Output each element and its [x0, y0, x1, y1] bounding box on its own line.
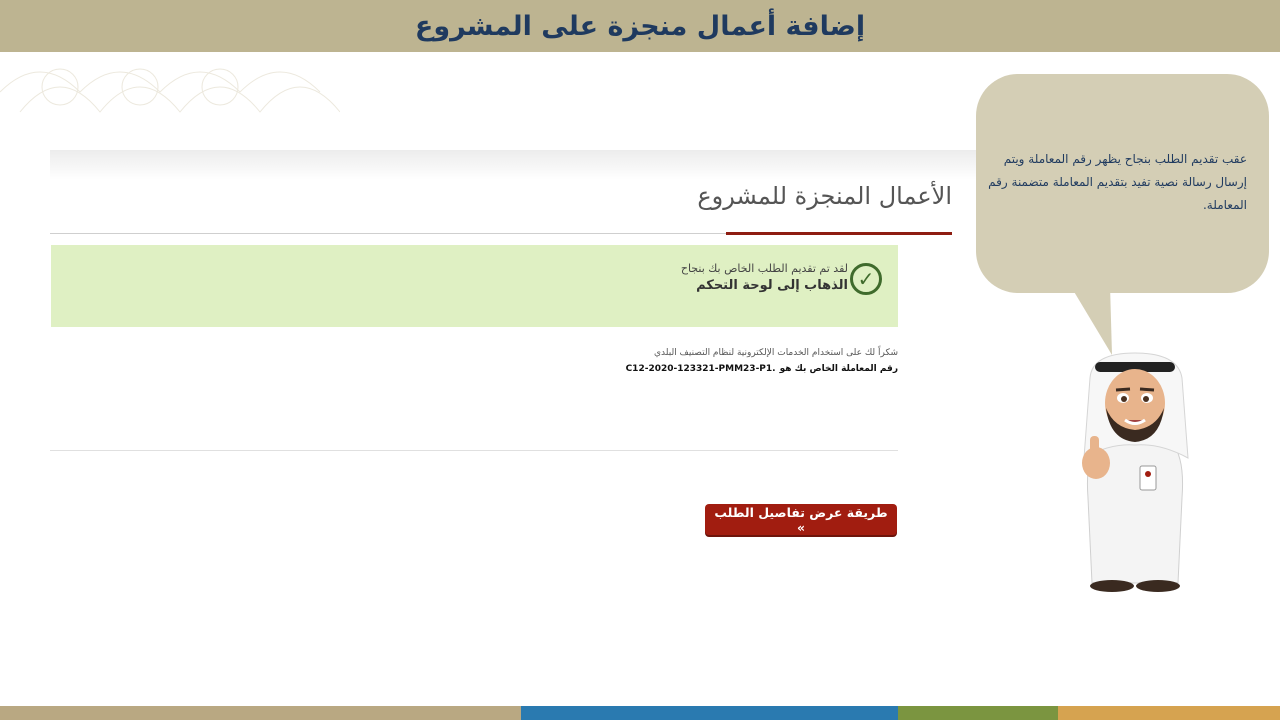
transaction-number: C12-2020-123321-PMM23-P1. — [625, 364, 776, 374]
content-shadow — [50, 150, 980, 180]
slide-title: إضافة أعمال منجزة على المشروع — [414, 10, 866, 42]
section-title: الأعمال المنجزة للمشروع — [697, 182, 952, 210]
speech-bubble-tail — [1070, 285, 1112, 355]
success-alert: ✓ لقد تم تقديم الطلب الخاص بك بنجاح الذه… — [51, 245, 898, 327]
footer-color-bar — [0, 706, 1280, 720]
mascot-character — [1082, 352, 1189, 592]
view-request-details-button[interactable]: طريقة عرض تفاصيل الطلب » — [705, 504, 897, 535]
content-divider — [50, 450, 898, 451]
transaction-line: رقم المعاملة الخاص بك هو C12-2020-123321… — [626, 364, 898, 374]
success-message: لقد تم تقديم الطلب الخاص بك بنجاح — [680, 262, 848, 275]
transaction-label: رقم المعاملة الخاص بك هو — [779, 364, 898, 374]
top-banner: إضافة أعمال منجزة على المشروع — [0, 0, 1280, 52]
footer-segment-green — [898, 706, 1058, 720]
footer-segment-gold — [1058, 706, 1280, 720]
footer-segment-blue — [521, 706, 898, 720]
speech-bubble: عقب تقديم الطلب بنجاح يظهر رقم المعاملة … — [976, 74, 1269, 293]
thanks-text: شكراً لك على استخدام الخدمات الإلكترونية… — [653, 348, 898, 358]
title-accent-line — [726, 232, 952, 235]
dashboard-link[interactable]: الذهاب إلى لوحة التحكم — [681, 278, 848, 293]
success-text: لقد تم تقديم الطلب الخاص بك بنجاح الذهاب… — [681, 262, 848, 293]
decorative-ornament — [0, 68, 340, 113]
callout-text: عقب تقديم الطلب بنجاح يظهر رقم المعاملة … — [988, 152, 1247, 212]
footer-segment-tan — [0, 706, 521, 720]
check-circle-icon: ✓ — [850, 263, 882, 295]
